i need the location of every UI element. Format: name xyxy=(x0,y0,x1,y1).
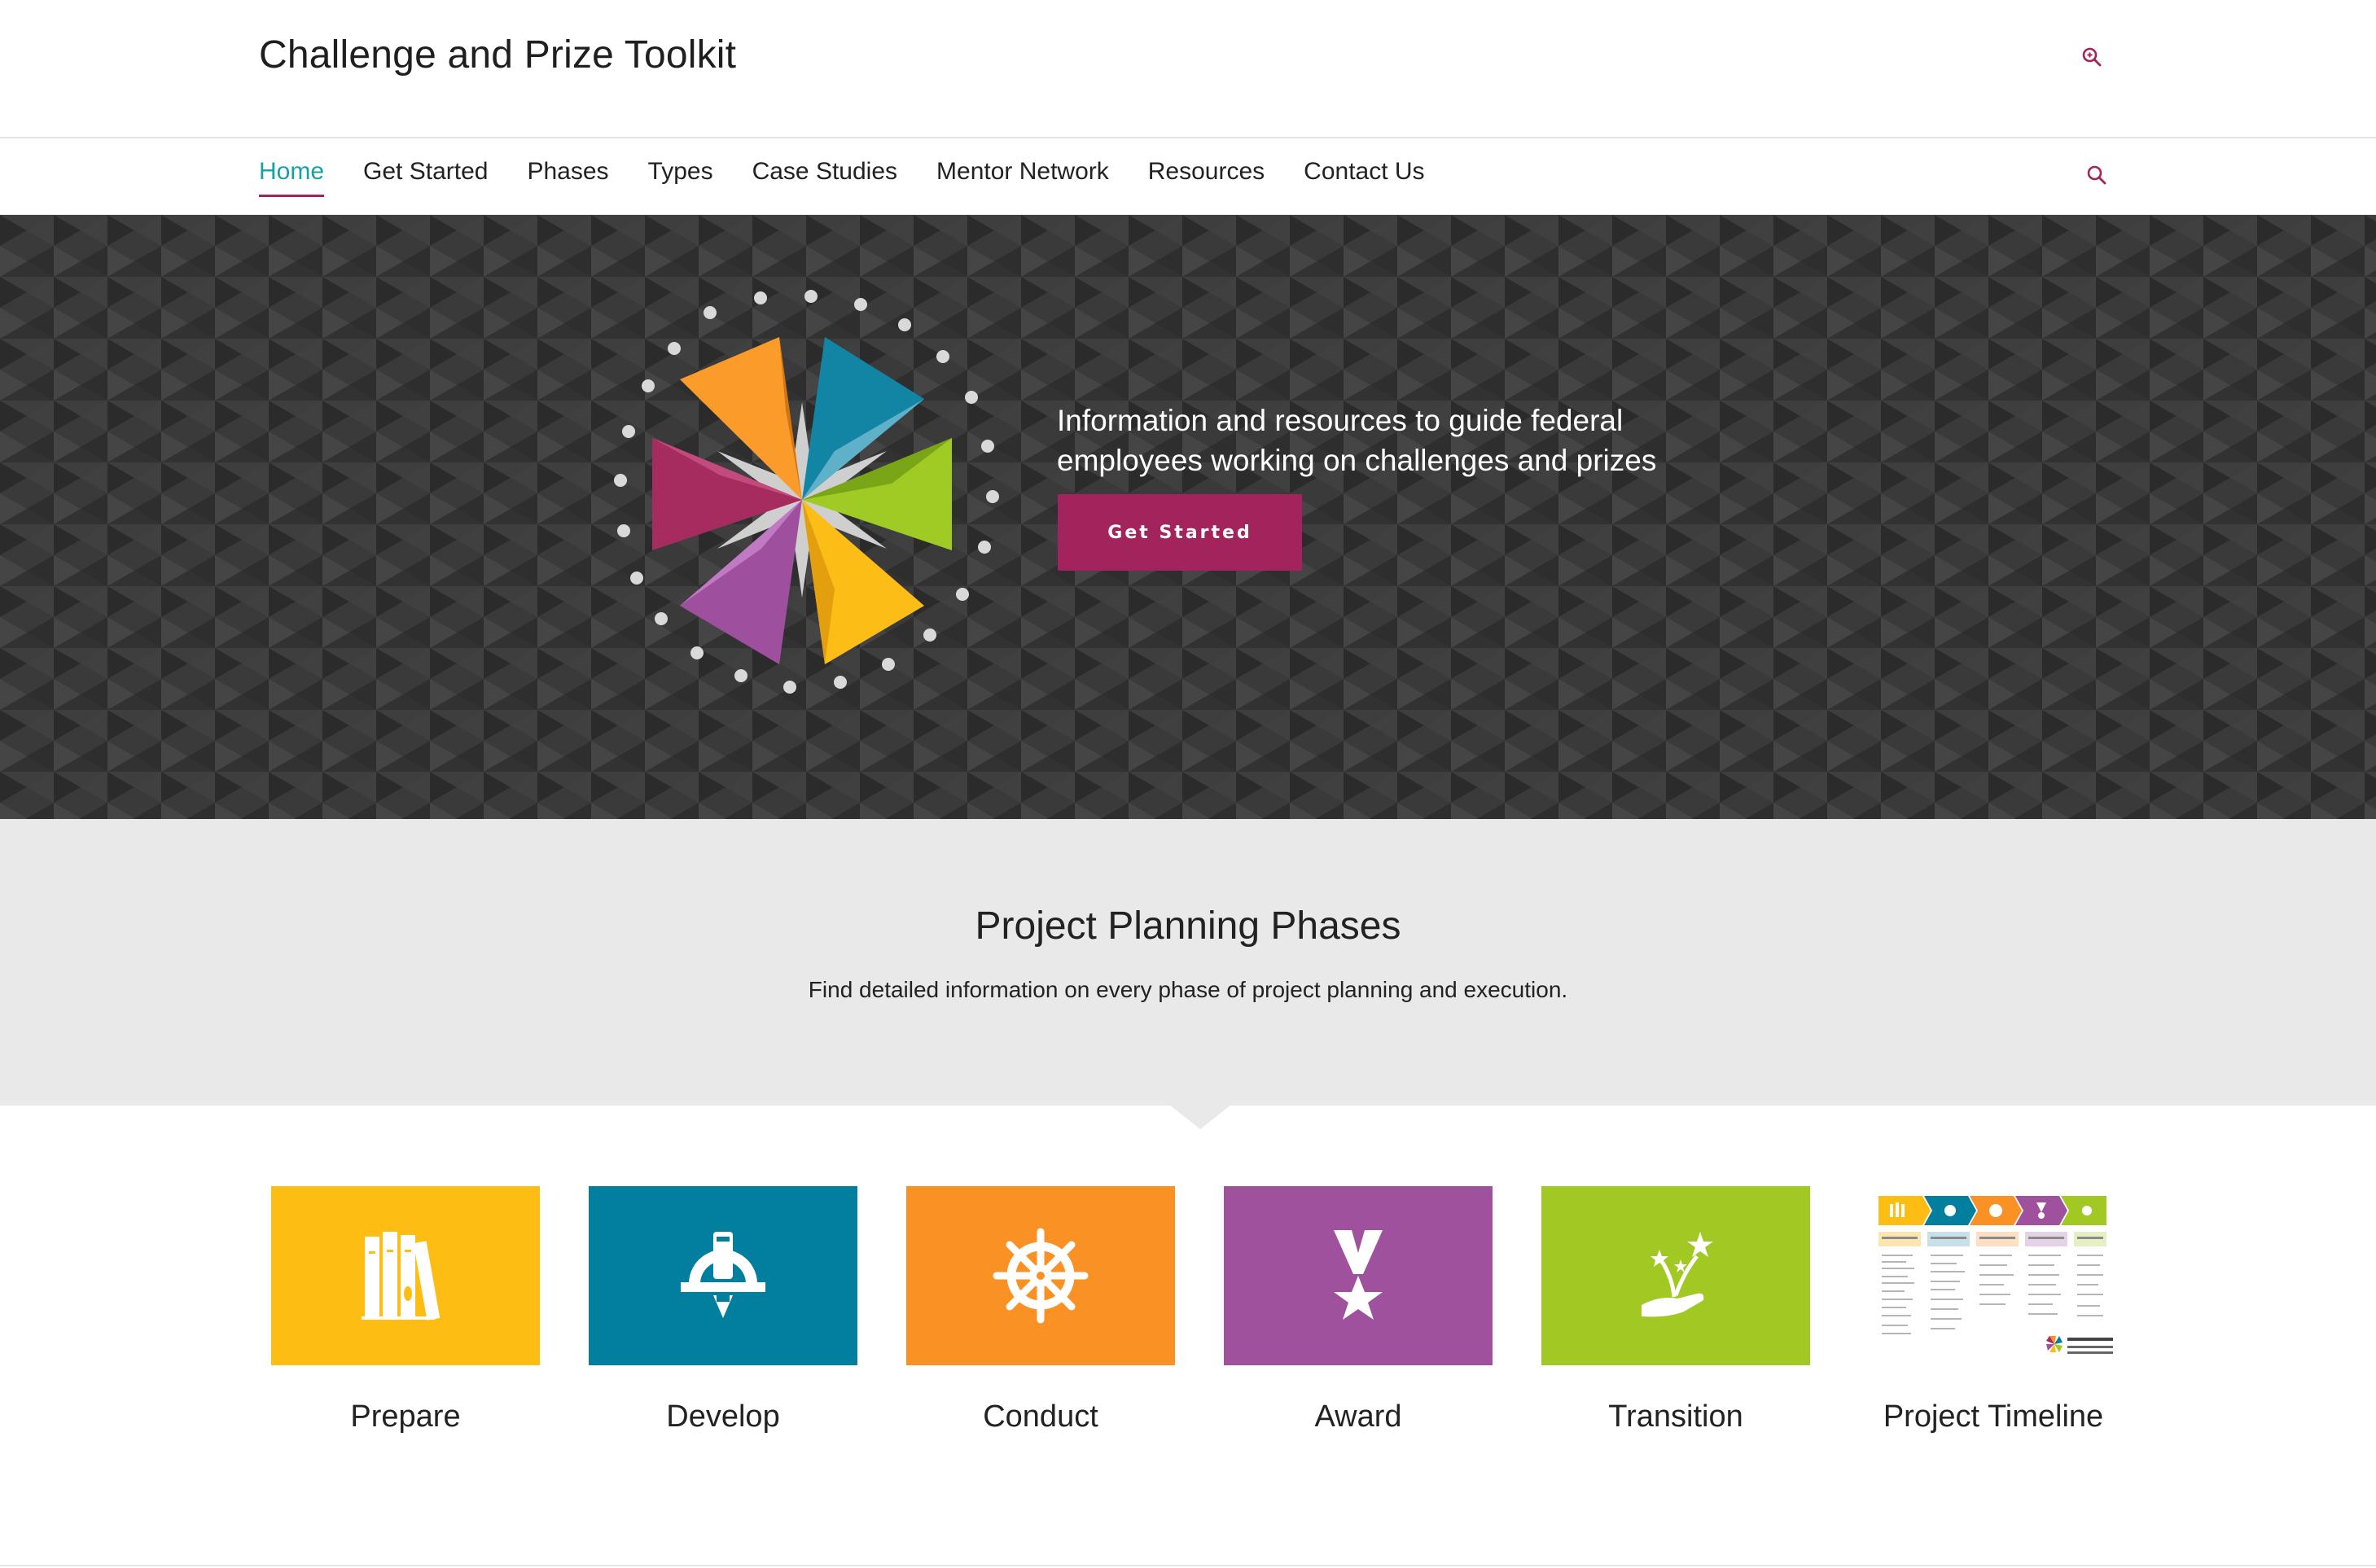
hand-stars-icon xyxy=(1642,1232,1713,1317)
phase-card-conduct[interactable]: Conduct xyxy=(906,1186,1175,1434)
phase-label-transition[interactable]: Transition xyxy=(1541,1399,1810,1434)
phase-tile-transition[interactable] xyxy=(1541,1186,1810,1365)
phase-card-transition[interactable]: Transition xyxy=(1541,1186,1810,1434)
phase-label-prepare[interactable]: Prepare xyxy=(271,1399,540,1434)
site-header: Challenge and Prize Toolkit xyxy=(0,0,2376,138)
nav-item-contact-us[interactable]: Contact Us xyxy=(1304,158,1424,197)
phase-tile-conduct[interactable] xyxy=(906,1186,1175,1365)
phases-intro: Project Planning Phases Find detailed in… xyxy=(0,819,2376,1106)
phase-card-award[interactable]: Award xyxy=(1224,1186,1493,1434)
phase-label-develop[interactable]: Develop xyxy=(589,1399,857,1434)
main-navigation: Home Get Started Phases Types Case Studi… xyxy=(0,140,2376,215)
nav-item-case-studies[interactable]: Case Studies xyxy=(752,158,897,197)
nav-item-home[interactable]: Home xyxy=(259,158,325,197)
search-icon[interactable] xyxy=(2080,46,2103,68)
timeline-thumbnail[interactable] xyxy=(1859,1186,2128,1365)
nav-item-mentor-network[interactable]: Mentor Network xyxy=(936,158,1109,197)
nav-item-get-started[interactable]: Get Started xyxy=(363,158,488,197)
hero-banner: Information and resources to guide feder… xyxy=(0,215,2376,819)
nav-item-types[interactable]: Types xyxy=(648,158,713,197)
nav-item-phases[interactable]: Phases xyxy=(527,158,608,197)
ship-wheel-icon xyxy=(993,1228,1089,1324)
footer-divider xyxy=(0,1565,2376,1566)
phase-label-conduct[interactable]: Conduct xyxy=(906,1399,1175,1434)
phase-cards: Prepare Develop Conduct Award Transition… xyxy=(0,1186,2376,1447)
phase-tile-prepare[interactable] xyxy=(271,1186,540,1365)
toolkit-star-logo xyxy=(614,290,999,694)
section-subtitle: Find detailed information on every phase… xyxy=(808,977,1568,1002)
phase-label-project-timeline[interactable]: Project Timeline xyxy=(1859,1399,2128,1434)
phase-card-project-timeline[interactable]: Project Timeline xyxy=(1859,1186,2128,1434)
hero-tagline: Information and resources to guide feder… xyxy=(1057,404,1657,477)
get-started-button[interactable]: Get Started xyxy=(1058,494,1302,571)
site-title[interactable]: Challenge and Prize Toolkit xyxy=(259,33,736,77)
nav-search-icon[interactable] xyxy=(2086,164,2107,186)
phase-tile-develop[interactable] xyxy=(589,1186,857,1365)
phase-card-develop[interactable]: Develop xyxy=(589,1186,857,1434)
nav-list: Home Get Started Phases Types Case Studi… xyxy=(259,158,1464,197)
phase-tile-award[interactable] xyxy=(1224,1186,1493,1365)
phase-label-award[interactable]: Award xyxy=(1224,1399,1493,1434)
section-title: Project Planning Phases xyxy=(975,904,1401,948)
phase-card-prepare[interactable]: Prepare xyxy=(271,1186,540,1434)
compass-pen-icon xyxy=(681,1232,765,1318)
nav-item-resources[interactable]: Resources xyxy=(1148,158,1265,197)
medal-icon xyxy=(1334,1230,1383,1320)
timeline-infographic xyxy=(1878,1196,2113,1354)
books-icon xyxy=(362,1232,441,1321)
band-notch-arrow xyxy=(1169,1105,1231,1129)
